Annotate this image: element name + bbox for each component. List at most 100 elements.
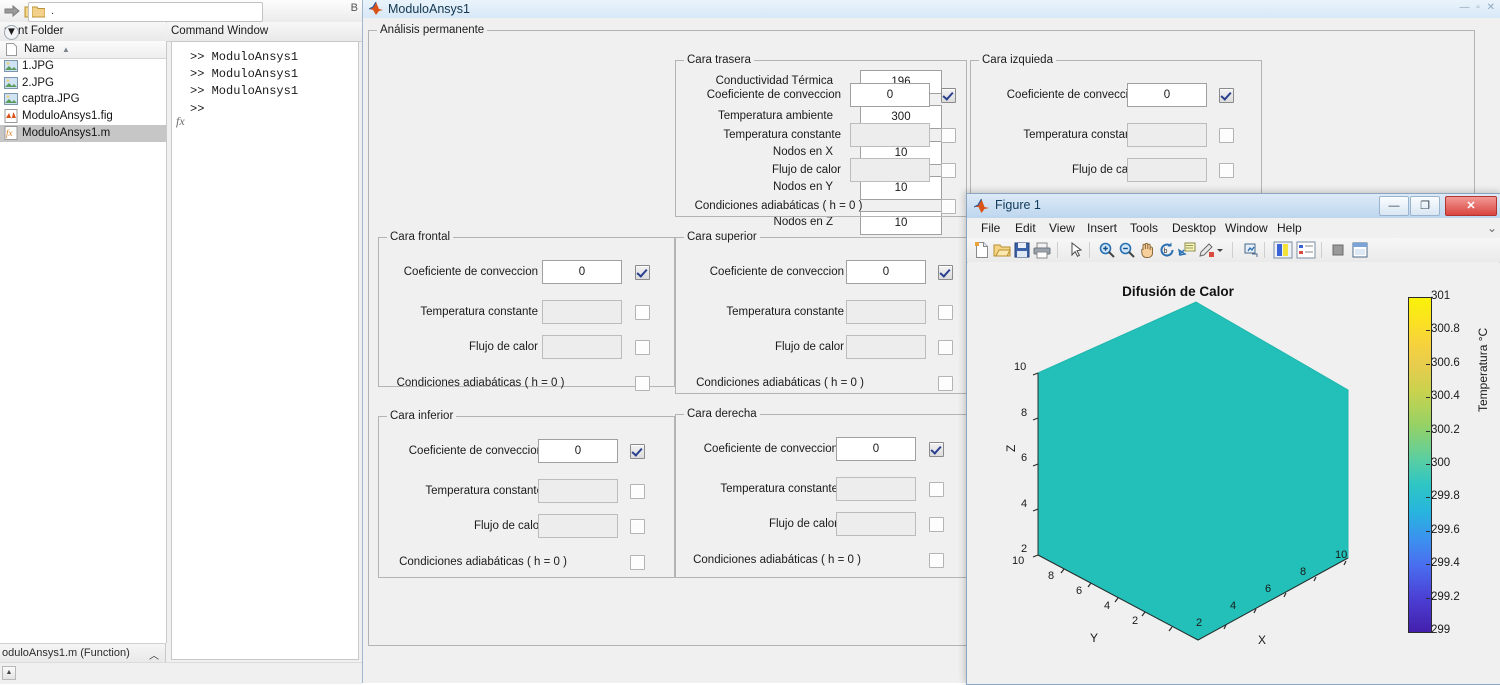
hide-plot-tools-icon[interactable] (1329, 241, 1347, 259)
minimize-button[interactable]: — (1379, 196, 1409, 216)
command-window-output[interactable]: >> ModuloAnsys1 >> ModuloAnsys1 >> Modul… (171, 41, 359, 660)
groupbox-label: Cara derecha (684, 408, 760, 420)
zoom-in-icon[interactable] (1098, 241, 1116, 259)
show-plot-tools-icon[interactable] (1351, 241, 1369, 259)
menu-insert[interactable]: Insert (1087, 221, 1117, 235)
close-icon: ✕ (1466, 200, 1476, 212)
checkbox-temperatura-cara-superior[interactable] (938, 305, 953, 320)
menu-file[interactable]: File (981, 221, 1000, 235)
list-item[interactable]: ModuloAnsys1.fig (0, 108, 166, 125)
open-file-icon[interactable] (993, 241, 1011, 259)
input-flujo-cara-frontal[interactable] (542, 335, 622, 359)
groupbox-cara-derecha: Cara derecha Coeficiente de conveccion 0 Te… (675, 408, 967, 578)
menubar-overflow-icon[interactable]: ⌄ (1487, 221, 1497, 235)
label-temperatura: Temperatura constante (425, 485, 543, 497)
input-flujo-cara-trasera[interactable] (850, 158, 930, 182)
checkbox-conveccion-cara-izquierda[interactable] (1219, 88, 1234, 103)
pan-icon[interactable] (1138, 241, 1156, 259)
input-temperatura-cara-trasera[interactable] (850, 123, 930, 147)
data-cursor-icon[interactable] (1177, 241, 1196, 259)
checkbox-adiabaticas-cara-superior[interactable] (938, 376, 953, 391)
list-item[interactable]: 2.JPG (0, 75, 166, 92)
checkbox-conveccion-cara-superior[interactable] (938, 265, 953, 280)
list-item[interactable]: captra.JPG (0, 91, 166, 108)
input-flujo-cara-derecha[interactable] (836, 512, 916, 536)
colorbar-icon[interactable] (1273, 241, 1293, 259)
file-list-header[interactable]: Name ▲ (0, 41, 166, 59)
chevron-up-icon[interactable]: ︿ (149, 647, 159, 662)
current-folder-titlebar: rrent Folder ▼ (0, 22, 166, 42)
checkbox-adiabaticas-cara-inferior[interactable] (630, 555, 645, 570)
zoom-out-icon[interactable] (1118, 241, 1136, 259)
chevron-down-icon[interactable] (1216, 241, 1224, 259)
checkbox-flujo-cara-izquierda[interactable] (1219, 163, 1234, 178)
list-item[interactable]: fx ModuloAnsys1.m (0, 124, 166, 142)
label-temperatura: Temperatura constante (420, 306, 538, 318)
new-figure-icon[interactable] (973, 241, 991, 259)
function-browser-icon[interactable]: fx (176, 114, 185, 129)
checkbox-flujo-cara-superior[interactable] (938, 340, 953, 355)
menu-tools[interactable]: Tools (1130, 221, 1158, 235)
checkbox-flujo-cara-frontal[interactable] (635, 340, 650, 355)
scroll-up-button[interactable]: ▲ (2, 666, 16, 680)
input-temperatura-cara-izquierda[interactable] (1127, 123, 1207, 147)
colorbar[interactable] (1408, 297, 1432, 633)
checkbox-temperatura-cara-derecha[interactable] (929, 482, 944, 497)
forward-arrow-icon[interactable] (4, 3, 21, 19)
groupbox-cara-trasera: Cara trasera Coeficiente de conveccion 0 Te… (675, 54, 967, 217)
checkbox-conveccion-cara-frontal[interactable] (635, 265, 650, 280)
pointer-icon[interactable] (1067, 241, 1085, 259)
checkbox-conveccion-cara-derecha[interactable] (929, 442, 944, 457)
save-figure-icon[interactable] (1013, 241, 1031, 259)
address-bar[interactable]: . (28, 2, 263, 22)
input-conveccion-cara-izquierda[interactable]: 0 (1127, 83, 1207, 107)
input-flujo-cara-inferior[interactable] (538, 514, 618, 538)
checkbox-flujo-cara-trasera[interactable] (941, 163, 956, 178)
checkbox-adiabaticas-cara-frontal[interactable] (635, 376, 650, 391)
chevron-down-icon[interactable]: ▼ (4, 25, 19, 40)
input-conveccion-cara-trasera[interactable]: 0 (850, 83, 930, 107)
print-icon[interactable] (1033, 241, 1051, 259)
checkbox-temperatura-cara-trasera[interactable] (941, 128, 956, 143)
input-temperatura-cara-inferior[interactable] (538, 479, 618, 503)
input-conveccion-cara-inferior[interactable]: 0 (538, 439, 618, 463)
maximize-button[interactable]: ❐ (1410, 196, 1440, 216)
colorbar-tick-mark (1426, 430, 1430, 432)
input-flujo-cara-superior[interactable] (846, 335, 926, 359)
svg-text:b: b (1164, 248, 1168, 255)
figure-titlebar[interactable]: Figure 1 — ❐ ✕ (967, 194, 1500, 219)
checkbox-temperatura-cara-frontal[interactable] (635, 305, 650, 320)
desktop-toolbar: . B (0, 0, 362, 23)
input-temperatura-cara-superior[interactable] (846, 300, 926, 324)
input-flujo-cara-izquierda[interactable] (1127, 158, 1207, 182)
matlab-icon (368, 1, 383, 15)
menu-desktop[interactable]: Desktop (1172, 221, 1216, 235)
menu-edit[interactable]: Edit (1015, 221, 1036, 235)
close-button[interactable]: ✕ (1445, 196, 1497, 216)
input-conveccion-cara-derecha[interactable]: 0 (836, 437, 916, 461)
checkbox-conveccion-cara-trasera[interactable] (941, 88, 956, 103)
list-item[interactable]: 1.JPG (0, 58, 166, 75)
brush-icon[interactable] (1198, 241, 1216, 259)
checkbox-temperatura-cara-izquierda[interactable] (1219, 128, 1234, 143)
link-plot-icon[interactable] (1242, 241, 1260, 259)
rotate-3d-icon[interactable]: b (1158, 241, 1176, 259)
checkbox-adiabaticas-cara-trasera[interactable] (941, 199, 956, 214)
checkbox-adiabaticas-cara-derecha[interactable] (929, 553, 944, 568)
menu-window[interactable]: Window (1225, 221, 1268, 235)
input-temperatura-cara-derecha[interactable] (836, 477, 916, 501)
gui-window-controls[interactable]: — ▫ ✕ (1460, 2, 1497, 13)
legend-icon[interactable] (1296, 241, 1316, 259)
checkbox-conveccion-cara-inferior[interactable] (630, 444, 645, 459)
checkbox-temperatura-cara-inferior[interactable] (630, 484, 645, 499)
menu-view[interactable]: View (1049, 221, 1075, 235)
input-temperatura-cara-frontal[interactable] (542, 300, 622, 324)
menu-help[interactable]: Help (1277, 221, 1302, 235)
figure-canvas[interactable]: Difusión de Calor 10 8 6 4 2 Z 10 8 6 4 … (968, 262, 1499, 682)
input-conveccion-cara-frontal[interactable]: 0 (542, 260, 622, 284)
colorbar-tick-mark (1426, 330, 1430, 332)
input-conveccion-cara-superior[interactable]: 0 (846, 260, 926, 284)
checkbox-flujo-cara-derecha[interactable] (929, 517, 944, 532)
label-adiabaticas: Condiciones adiabáticas ( h = 0 ) (693, 554, 861, 566)
checkbox-flujo-cara-inferior[interactable] (630, 519, 645, 534)
